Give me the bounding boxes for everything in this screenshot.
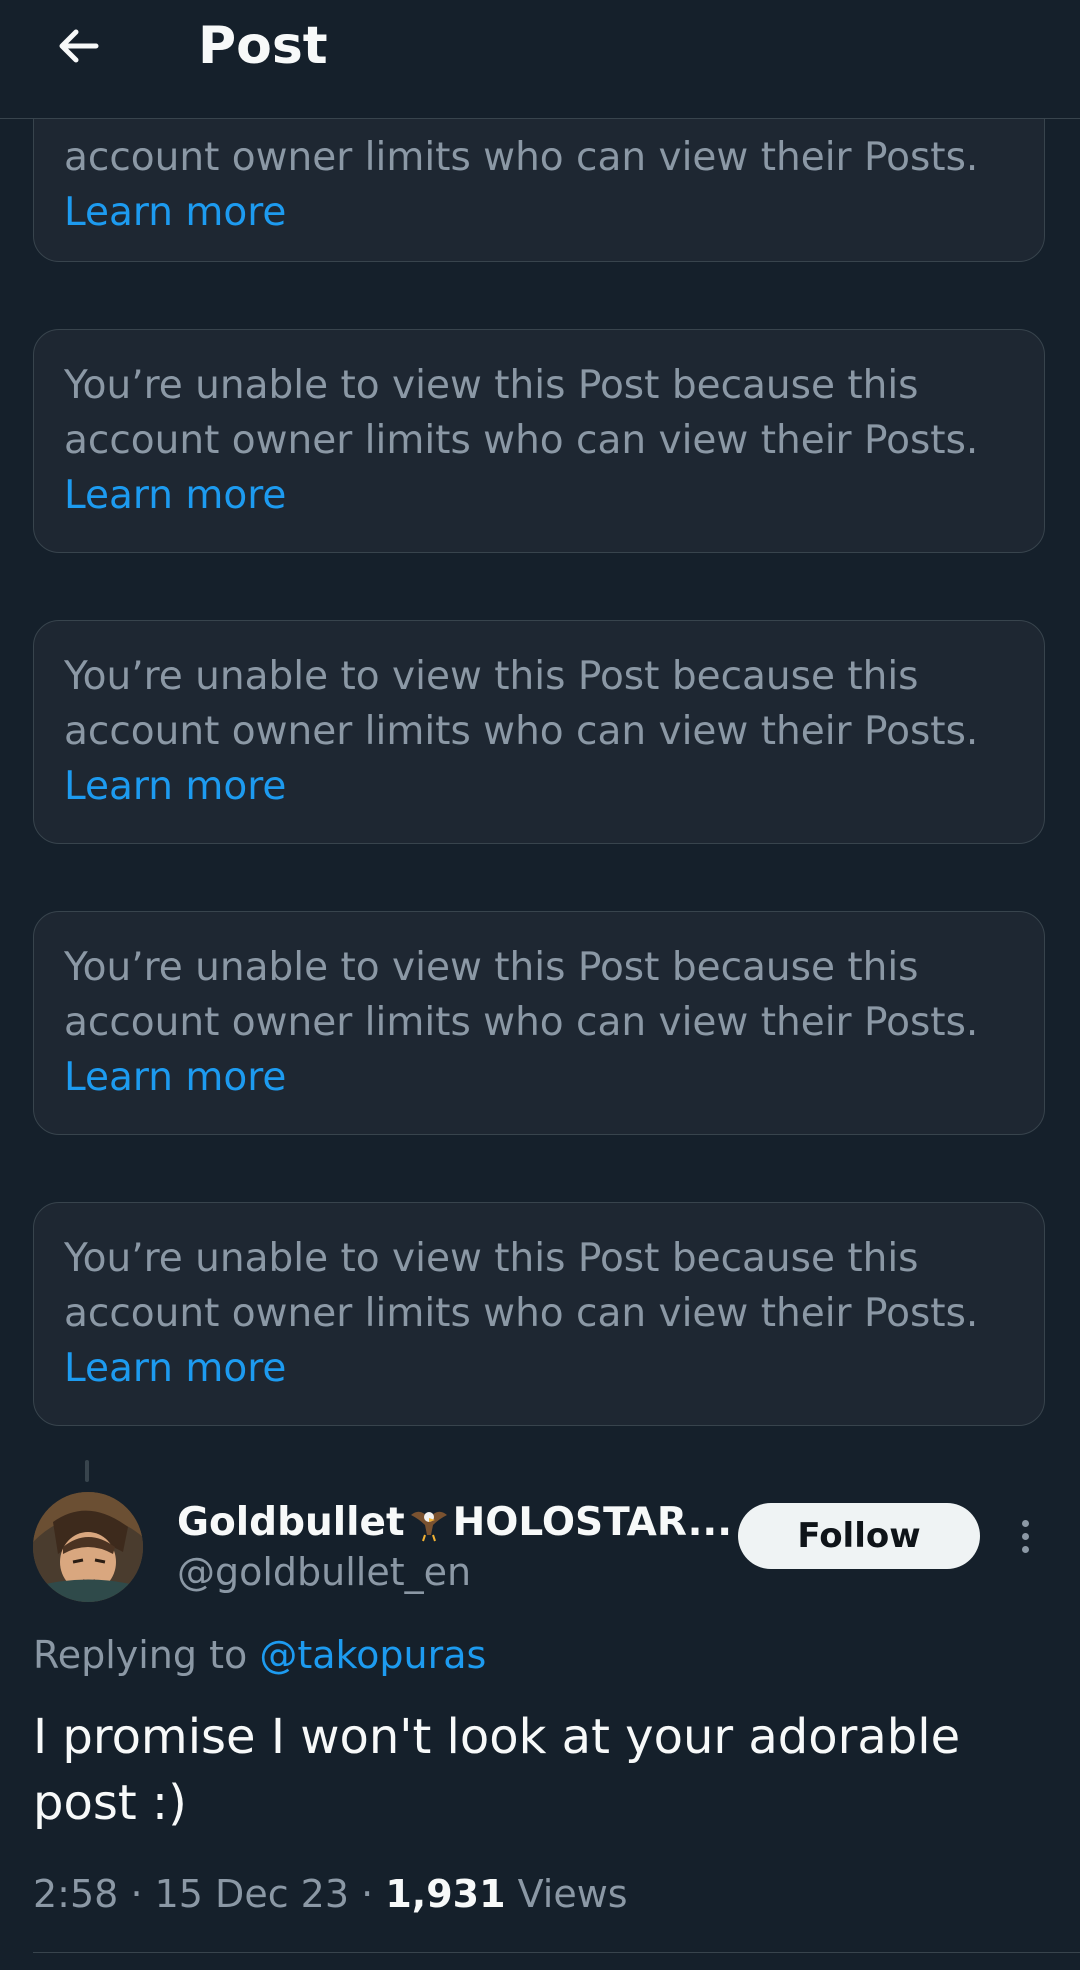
restricted-post-notice: You’re unable to view this Post because … — [33, 1202, 1045, 1426]
post-date[interactable]: 15 Dec 23 — [155, 1872, 349, 1916]
notice-text-line1: You’re unable to view this Post because … — [64, 1236, 919, 1281]
back-button[interactable] — [46, 14, 110, 78]
learn-more-link[interactable]: Learn more — [64, 185, 1014, 240]
restricted-post-notice: You’re unable to view this Post because … — [33, 620, 1045, 844]
post-metadata: 2:58 · 15 Dec 23 · 1,931 Views — [33, 1866, 628, 1922]
display-name-text: Goldbullet — [177, 1500, 405, 1545]
notice-text-line2: account owner limits who can view their … — [64, 135, 979, 180]
avatar[interactable] — [33, 1492, 143, 1602]
notice-text-line2: account owner limits who can view their … — [64, 1000, 979, 1045]
more-vertical-icon-dot — [1021, 1545, 1029, 1553]
notice-text-line2: account owner limits who can view their … — [64, 1291, 979, 1336]
learn-more-link[interactable]: Learn more — [64, 1341, 1014, 1396]
separator-dot: · — [361, 1872, 374, 1916]
eagle-icon — [410, 1511, 447, 1542]
post-text: I promise I won't look at your adorable … — [33, 1709, 961, 1831]
divider — [33, 1952, 1080, 1953]
replying-to: Replying to @takopuras — [33, 1628, 486, 1682]
more-vertical-icon — [1021, 1519, 1029, 1527]
separator-dot: · — [130, 1872, 143, 1916]
author-handle[interactable]: @goldbullet_en — [177, 1546, 471, 1598]
display-name-text: HOLOSTAR... — [452, 1500, 733, 1545]
page-title: Post — [198, 16, 328, 76]
follow-button[interactable]: Follow — [738, 1503, 980, 1569]
learn-more-link[interactable]: Learn more — [64, 468, 1014, 523]
restricted-post-notice: You’re unable to view this Post because … — [33, 911, 1045, 1135]
replying-to-label: Replying to — [33, 1633, 248, 1677]
learn-more-link[interactable]: Learn more — [64, 1050, 1014, 1105]
learn-more-link[interactable]: Learn more — [64, 759, 1014, 814]
views-label[interactable]: Views — [518, 1872, 628, 1916]
restricted-post-notice: You’re unable to view this Post because … — [33, 329, 1045, 553]
notice-text-line2: account owner limits who can view their … — [64, 709, 979, 754]
replying-to-mention[interactable]: @takopuras — [259, 1633, 486, 1677]
top-app-bar: Post — [0, 0, 1080, 119]
notice-text-line1: You’re unable to view this Post because … — [64, 945, 919, 990]
views-count[interactable]: 1,931 — [385, 1872, 505, 1916]
thread-connector-line — [85, 1460, 89, 1482]
more-options-button[interactable] — [1010, 1510, 1040, 1562]
notice-text-line2: account owner limits who can view their … — [64, 418, 979, 463]
author-display-name[interactable]: Goldbullet HOLOSTAR... — [177, 1496, 732, 1550]
notice-text-line1: You’re unable to view this Post because … — [64, 654, 919, 699]
notice-text-line1: You’re unable to view this Post because … — [64, 363, 919, 408]
avatar-image — [33, 1492, 143, 1602]
arrow-left-icon — [59, 29, 99, 63]
post-time[interactable]: 2:58 — [33, 1872, 118, 1916]
more-vertical-icon-dot — [1021, 1532, 1029, 1540]
